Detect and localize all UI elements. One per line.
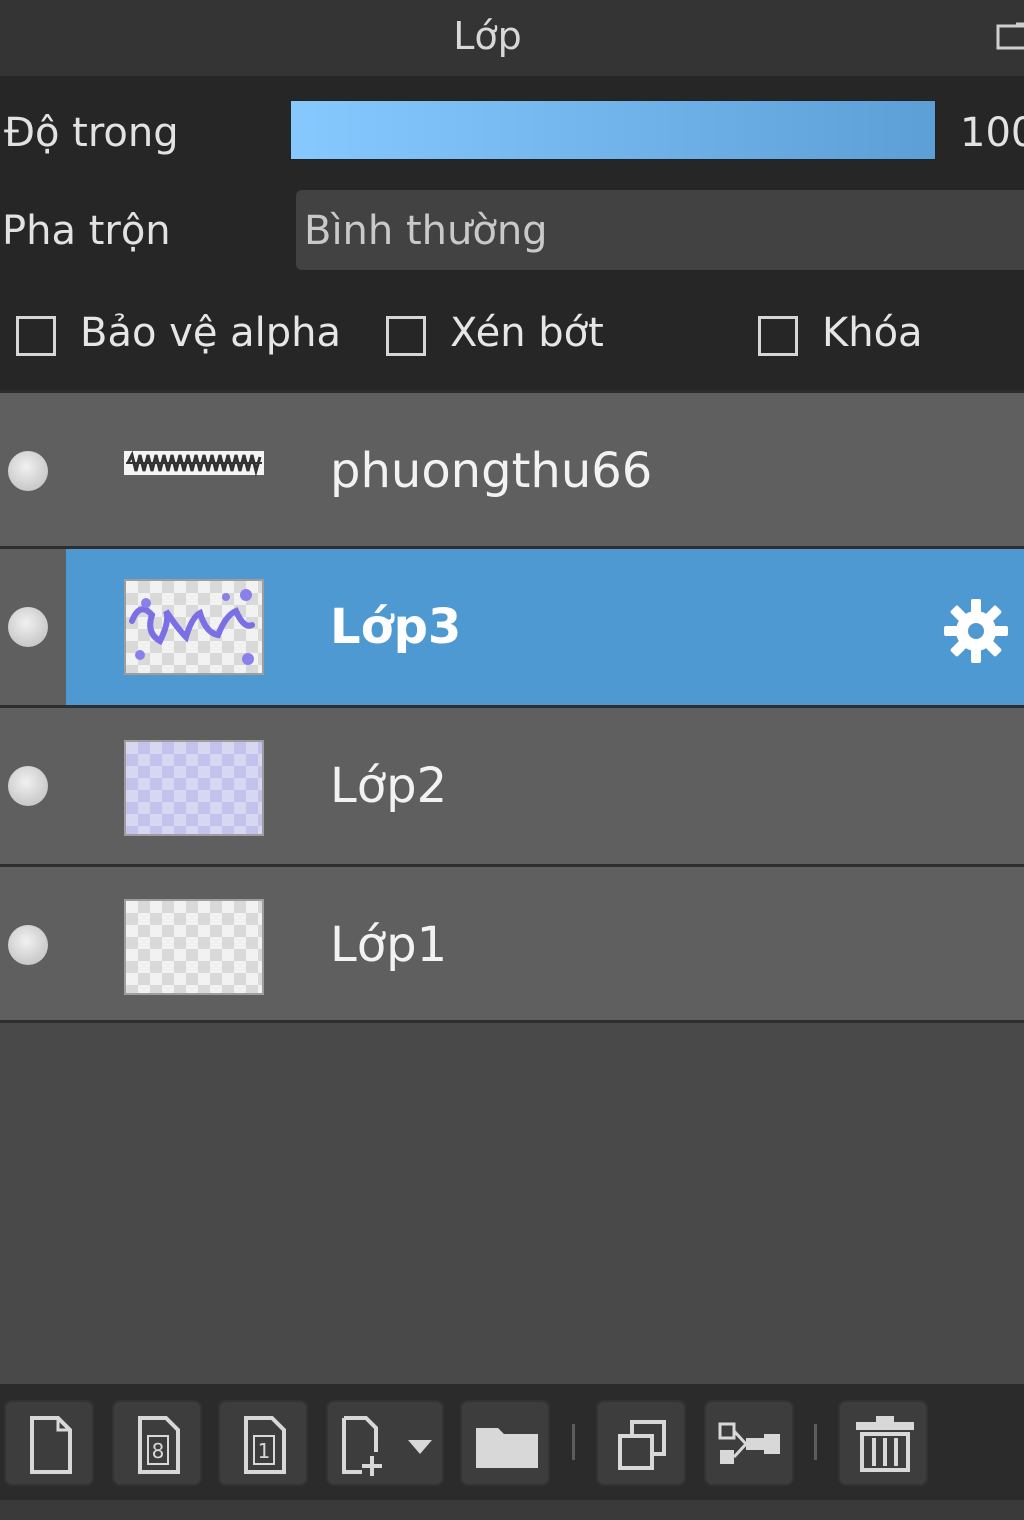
alpha-protect-checkbox[interactable]: [16, 316, 56, 356]
visibility-toggle-icon[interactable]: [8, 451, 48, 491]
folder-icon: [476, 1428, 538, 1468]
new-8bit-layer-icon: 8: [138, 1416, 180, 1474]
opacity-label: Độ trong: [4, 110, 179, 156]
lock-checkbox[interactable]: [758, 316, 798, 356]
trash-icon: [856, 1416, 914, 1472]
gear-icon[interactable]: [938, 593, 1014, 669]
add-layer-dropdown-button[interactable]: [326, 1400, 444, 1486]
clipping-label: Xén bớt: [450, 310, 604, 356]
layer-row-selected[interactable]: Lớp3: [0, 549, 1024, 705]
merge-down-button[interactable]: [704, 1400, 794, 1486]
duplicate-icon: [618, 1420, 666, 1470]
layer-row[interactable]: Lớp1: [0, 867, 1024, 1023]
delete-layer-button[interactable]: [838, 1400, 928, 1486]
divider: [0, 1020, 1024, 1023]
new-folder-button[interactable]: [460, 1400, 550, 1486]
blend-label: Pha trộn: [2, 208, 171, 254]
layer-row[interactable]: phuongthu66: [0, 393, 1024, 549]
new-layer-icon: [30, 1416, 72, 1474]
new-8bit-layer-button[interactable]: 8: [112, 1400, 202, 1486]
new-1bit-layer-button[interactable]: 1: [218, 1400, 308, 1486]
merge-down-icon: [718, 1422, 780, 1464]
layer-name: phuongthu66: [330, 443, 653, 499]
visibility-toggle-icon[interactable]: [8, 766, 48, 806]
clipping-checkbox[interactable]: [386, 316, 426, 356]
visibility-toggle-icon[interactable]: [8, 607, 48, 647]
layer-name: Lớp3: [330, 599, 462, 655]
popout-icon[interactable]: [994, 20, 1024, 52]
layer-name: Lớp1: [330, 917, 448, 973]
panel-footer: [0, 1500, 1024, 1520]
toolbar-separator: [572, 1424, 575, 1460]
layer-thumbnail: [124, 579, 264, 675]
toolbar-separator: [814, 1424, 817, 1460]
opacity-slider[interactable]: [290, 100, 936, 160]
add-layer-dropdown-icon: [342, 1416, 432, 1476]
blend-mode-value: Bình thường: [304, 208, 548, 254]
lock-label: Khóa: [822, 310, 923, 356]
layer-thumbnail: [124, 443, 264, 483]
svg-text:1: 1: [258, 1439, 271, 1463]
layer-name: Lớp2: [330, 758, 448, 814]
svg-text:8: 8: [152, 1439, 165, 1463]
visibility-toggle-icon[interactable]: [8, 925, 48, 965]
layer-thumbnail: [124, 899, 264, 995]
new-1bit-layer-icon: 1: [244, 1416, 286, 1474]
alpha-protect-label: Bảo vệ alpha: [80, 310, 342, 356]
new-layer-button[interactable]: [4, 1400, 94, 1486]
opacity-value: 100: [960, 110, 1024, 156]
duplicate-layer-button[interactable]: [596, 1400, 686, 1486]
layer-thumbnail: [124, 740, 264, 836]
panel-title: Lớp: [453, 14, 522, 58]
layer-row[interactable]: Lớp2: [0, 708, 1024, 864]
